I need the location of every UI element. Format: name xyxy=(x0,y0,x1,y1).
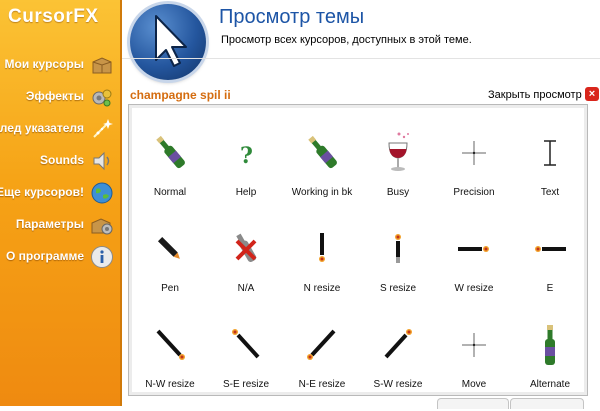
cursor-cell-nw-resize[interactable]: N-W resize xyxy=(132,315,208,411)
wine-glass-icon xyxy=(388,132,409,171)
champagne-bottle-icon xyxy=(308,135,337,169)
cursor-label: N/A xyxy=(237,283,255,294)
sidebar-item-sounds[interactable]: Sounds xyxy=(0,148,120,174)
cursor-cell-busy[interactable]: Busy xyxy=(360,123,436,219)
cursor-cell-se-resize[interactable]: S-E resize xyxy=(208,315,284,411)
unavailable-icon xyxy=(235,233,257,263)
cursor-label: Help xyxy=(235,187,257,198)
app-logo: CursorFX xyxy=(8,6,99,27)
sidebar-item-label: Эффекты xyxy=(25,89,84,103)
cursor-label: N-W resize xyxy=(145,379,195,390)
sidebar-item-label: Мои курсоры xyxy=(4,57,84,71)
champagne-bottle-upright-icon xyxy=(545,325,555,365)
cursor-label: Pen xyxy=(161,283,179,294)
cursor-label: N-E resize xyxy=(298,379,346,390)
footer-button[interactable] xyxy=(510,398,584,409)
cursor-cell-w-resize[interactable]: W resize xyxy=(436,219,512,315)
cursor-label: Alternate xyxy=(529,379,571,390)
footer-button[interactable] xyxy=(437,398,509,409)
move-crosshair-icon xyxy=(462,333,486,357)
champagne-bottle-icon xyxy=(156,135,185,169)
sidebar: CursorFX Мои курсоры Эффекты След указат… xyxy=(0,0,120,406)
cursor-label: N resize xyxy=(303,283,341,294)
cursor-label: Precision xyxy=(453,187,495,198)
cursor-cell-na[interactable]: N/A xyxy=(208,219,284,315)
cardboard-box-icon xyxy=(92,57,112,74)
cursor-cell-alternate[interactable]: Alternate xyxy=(512,315,588,411)
sidebar-divider xyxy=(120,0,122,406)
cursor-label: Working in bk xyxy=(291,187,353,198)
sidebar-item-trail[interactable]: След указателя xyxy=(0,116,120,142)
cursor-cell-precision[interactable]: Precision xyxy=(436,123,512,219)
resize-diagonal-se-icon xyxy=(232,329,260,359)
cursor-label: E xyxy=(546,283,554,294)
sidebar-item-about[interactable]: О программе xyxy=(0,244,120,270)
pen-icon xyxy=(157,236,180,259)
close-preview-link[interactable]: Закрыть просмотр xyxy=(488,89,582,101)
theme-name: champagne spil ii xyxy=(130,88,231,102)
cursor-cell-s-resize[interactable]: S resize xyxy=(360,219,436,315)
header-divider xyxy=(122,58,600,59)
sidebar-item-effects[interactable]: Эффекты xyxy=(0,84,120,110)
info-icon xyxy=(91,246,113,268)
page-title: Просмотр темы xyxy=(219,6,365,28)
resize-vertical-icon xyxy=(395,234,401,263)
cursor-grid: Normal ? Help Working in bk Busy Precisi… xyxy=(128,104,588,396)
cursor-cell-n-resize[interactable]: N resize xyxy=(284,219,360,315)
sidebar-item-more-cursors[interactable]: Еще курсоров! xyxy=(0,180,120,206)
cursor-label: Busy xyxy=(386,187,410,198)
cursor-label: Text xyxy=(540,187,560,198)
resize-horizontal-icon xyxy=(535,246,566,252)
cursor-cell-ne-resize[interactable]: N-E resize xyxy=(284,315,360,411)
svg-text:?: ? xyxy=(240,143,253,169)
cursor-logo xyxy=(130,4,206,80)
cursor-cell-e-resize[interactable]: E xyxy=(512,219,588,315)
page-subtitle: Просмотр всех курсоров, доступных в этой… xyxy=(221,34,472,46)
resize-diagonal-sw-icon xyxy=(384,329,412,359)
cursor-label: S-W resize xyxy=(373,379,423,390)
cursor-label: S resize xyxy=(379,283,417,294)
cursor-label: S-E resize xyxy=(222,379,270,390)
speaker-icon xyxy=(93,151,110,171)
cursor-label: Move xyxy=(461,379,487,390)
globe-icon xyxy=(91,182,113,204)
cursor-label: Normal xyxy=(153,187,187,198)
cursor-cell-pen[interactable]: Pen xyxy=(132,219,208,315)
cursor-cell-help[interactable]: ? Help xyxy=(208,123,284,219)
cursor-cell-normal[interactable]: Normal xyxy=(132,123,208,219)
question-mark-icon: ? xyxy=(240,143,253,169)
arrow-cursor-icon xyxy=(155,15,187,67)
sidebar-item-label: Sounds xyxy=(40,153,84,167)
crosshair-icon xyxy=(462,141,486,165)
sidebar-item-label: Еще курсоров! xyxy=(0,185,84,199)
sidebar-item-label: О программе xyxy=(5,249,84,263)
resize-diagonal-nw-icon xyxy=(156,329,185,360)
cursor-cell-text[interactable]: Text xyxy=(512,123,588,219)
cursor-cell-sw-resize[interactable]: S-W resize xyxy=(360,315,436,411)
sparkle-trail-icon xyxy=(93,119,113,138)
resize-horizontal-icon xyxy=(458,246,489,252)
close-icon[interactable]: × xyxy=(585,87,599,101)
cursor-cell-move[interactable]: Move xyxy=(436,315,512,411)
sidebar-item-my-cursors[interactable]: Мои курсоры xyxy=(0,52,120,78)
resize-diagonal-ne-icon xyxy=(307,329,336,360)
effects-icon xyxy=(92,89,112,107)
cursor-label: W resize xyxy=(454,283,494,294)
sidebar-item-label: След указателя xyxy=(0,121,84,135)
sidebar-item-label: Параметры xyxy=(15,217,84,231)
gear-box-icon xyxy=(91,218,113,235)
resize-vertical-icon xyxy=(319,233,325,262)
text-beam-icon xyxy=(544,140,556,166)
sidebar-item-settings[interactable]: Параметры xyxy=(0,212,120,238)
cursor-cell-working[interactable]: Working in bk xyxy=(284,123,360,219)
